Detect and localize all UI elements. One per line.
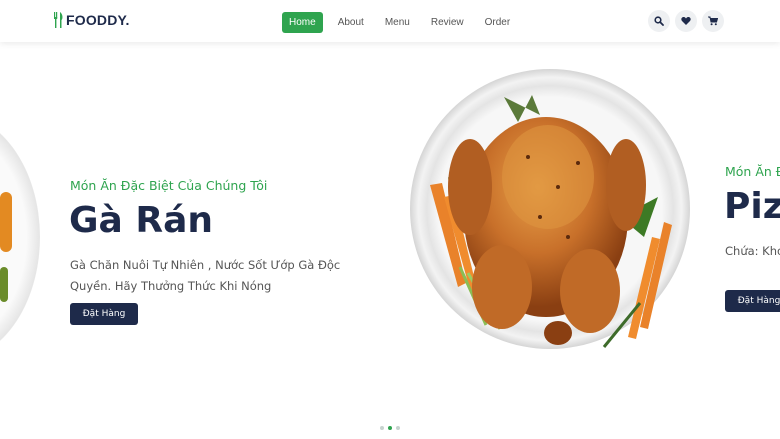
cart-button[interactable] — [702, 10, 724, 32]
main-nav: Home About Menu Review Order — [282, 12, 525, 33]
nav-review[interactable]: Review — [425, 13, 470, 32]
slider-pagination — [380, 426, 404, 430]
brand-name: FOODDY. — [66, 12, 130, 28]
next-slide-subtitle: Món Ăn Đ — [725, 164, 780, 179]
next-slide-description: Chứa: Khoa Tây, Sốt Cà — [725, 244, 780, 258]
slide-title: Gà Rán — [69, 200, 214, 241]
previous-slide-food — [0, 192, 12, 252]
nav-about[interactable]: About — [332, 13, 370, 32]
search-button[interactable] — [648, 10, 670, 32]
nav-menu[interactable]: Menu — [379, 13, 416, 32]
order-button[interactable]: Đặt Hàng — [70, 303, 138, 325]
pagination-dot[interactable] — [396, 426, 400, 430]
roast-chicken-image — [410, 69, 690, 349]
next-slide-order-button[interactable]: Đặt Hàng — [725, 290, 780, 312]
heart-icon — [681, 16, 691, 25]
hero-slider[interactable]: Món Ăn Đặc Biệt Của Chúng Tôi Gà Rán Gà … — [0, 42, 780, 439]
slide-subtitle: Món Ăn Đặc Biệt Của Chúng Tôi — [70, 178, 268, 193]
previous-slide-garnish — [0, 267, 8, 302]
next-slide-title: Pizz — [724, 186, 780, 227]
slide-description: Gà Chăn Nuôi Tự Nhiên , Nước Sốt Ướp Gà … — [70, 258, 341, 293]
site-header: FOODDY. Home About Menu Review Order — [0, 0, 780, 42]
wishlist-button[interactable] — [675, 10, 697, 32]
search-icon — [654, 16, 664, 26]
pagination-dot-active[interactable] — [388, 426, 392, 430]
header-actions — [648, 10, 729, 32]
nav-order[interactable]: Order — [479, 13, 517, 32]
fork-knife-icon — [54, 12, 63, 28]
nav-home[interactable]: Home — [282, 12, 323, 33]
cart-icon — [708, 16, 718, 26]
pagination-dot[interactable] — [380, 426, 384, 430]
logo[interactable]: FOODDY. — [54, 12, 130, 28]
